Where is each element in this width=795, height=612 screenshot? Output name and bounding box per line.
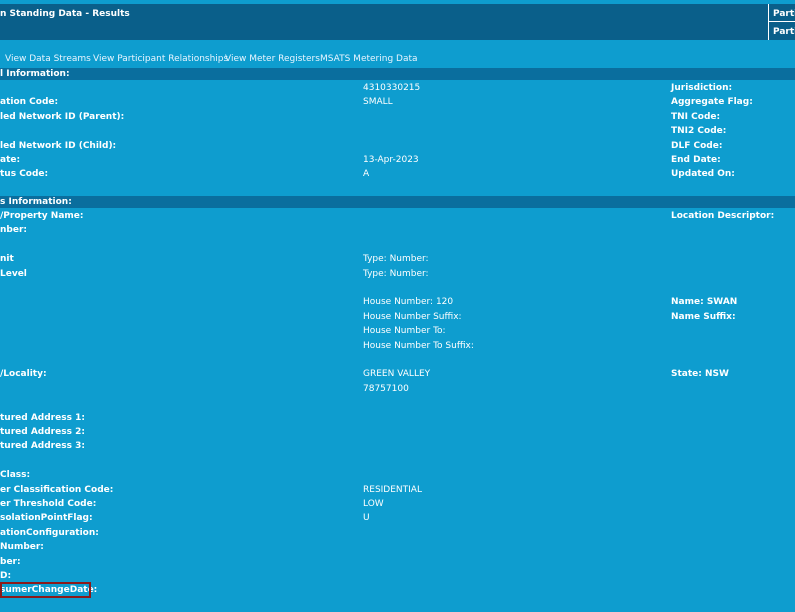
- field-row: tured Address 2:: [0, 427, 795, 441]
- field-value: 13-Apr-2023: [363, 155, 419, 165]
- section-title: s Information:: [0, 197, 72, 207]
- field-label: Number:: [0, 542, 44, 553]
- field-row: nber:: [0, 225, 795, 239]
- field-row: solationPointFlag: U: [0, 513, 795, 527]
- field-row: sumerChangeDate:: [0, 585, 795, 599]
- field-row: ation Code: SMALL Aggregate Flag:: [0, 97, 795, 111]
- field-row: er Classification Code: RESIDENTIAL: [0, 485, 795, 499]
- highlight-box: [0, 582, 91, 598]
- field-row: House Number Suffix: Name Suffix:: [0, 312, 795, 326]
- field-label: led Network ID (Child):: [0, 140, 117, 151]
- field-label: TNI2 Code:: [671, 126, 727, 137]
- section-title: l Information:: [0, 69, 70, 79]
- field-row: /Locality: GREEN VALLEY State: NSW: [0, 369, 795, 383]
- field-value: House Number: 120: [363, 297, 454, 308]
- field-label: led Network ID (Parent):: [0, 111, 125, 122]
- field-value: RESIDENTIAL: [363, 484, 422, 495]
- field-label: tured Address 2:: [0, 427, 85, 437]
- field-label: /Property Name:: [0, 211, 84, 221]
- view-meter-registers-link[interactable]: View Meter Registers: [225, 54, 320, 64]
- field-label: tus Code:: [0, 169, 49, 180]
- field-row: House Number To:: [0, 326, 795, 340]
- field-label: er Classification Code:: [0, 484, 114, 495]
- field-row: House Number: 120 Name: SWAN: [0, 297, 795, 311]
- field-row: [0, 283, 795, 297]
- field-label: End Date:: [671, 155, 721, 165]
- field-label: /Locality:: [0, 369, 47, 380]
- address-information-header: s Information:: [0, 196, 795, 208]
- field-value: Type: Number:: [363, 268, 429, 279]
- field-row: ate: 13-Apr-2023 End Date:: [0, 155, 795, 169]
- field-row: [0, 355, 795, 369]
- divider: [769, 21, 795, 22]
- field-label: Name: SWAN: [671, 297, 738, 308]
- field-value: House Number Suffix:: [363, 311, 462, 322]
- field-row: nit Type: Number:: [0, 254, 795, 268]
- field-value: U: [363, 513, 370, 524]
- field-value: 78757100: [363, 383, 409, 394]
- field-row: 78757100: [0, 384, 795, 398]
- field-label: tured Address 1:: [0, 412, 85, 423]
- field-value: A: [363, 169, 370, 180]
- nav-bar: View Data Streams View Participant Relat…: [0, 52, 795, 66]
- title-bar: n Standing Data - Results: [0, 4, 768, 40]
- field-row: tured Address 1:: [0, 413, 795, 427]
- field-value: GREEN VALLEY: [363, 369, 431, 380]
- field-row: [0, 398, 795, 412]
- field-label: Level: [0, 268, 27, 279]
- field-row: TNI2 Code:: [0, 126, 795, 140]
- field-row: /Property Name: Location Descriptor:: [0, 211, 795, 225]
- field-label: Location Descriptor:: [671, 211, 775, 221]
- field-label: State: NSW: [671, 369, 729, 380]
- field-row: ber:: [0, 557, 795, 571]
- field-label: ber:: [0, 556, 21, 567]
- field-row: tus Code: A Updated On:: [0, 169, 795, 183]
- field-row: D:: [0, 571, 795, 585]
- field-row: tured Address 3:: [0, 441, 795, 455]
- field-label: Jurisdiction:: [671, 83, 733, 93]
- field-row: led Network ID (Child): DLF Code:: [0, 141, 795, 155]
- view-data-streams-link[interactable]: View Data Streams: [5, 54, 91, 64]
- field-row: led Network ID (Parent): TNI Code:: [0, 112, 795, 126]
- field-label: solationPointFlag:: [0, 513, 93, 524]
- field-value: SMALL: [363, 97, 393, 108]
- field-row: [0, 456, 795, 470]
- field-label: DLF Code:: [671, 140, 723, 151]
- field-label: Name Suffix:: [671, 311, 736, 322]
- field-row: er Threshold Code: LOW: [0, 499, 795, 513]
- field-label: tured Address 3:: [0, 441, 85, 452]
- field-label: er Threshold Code:: [0, 499, 97, 509]
- field-label: nit: [0, 254, 14, 265]
- field-value: Type: Number:: [363, 254, 429, 265]
- field-label: ation Code:: [0, 97, 59, 108]
- field-row: Level Type: Number:: [0, 269, 795, 283]
- field-label: D:: [0, 571, 12, 581]
- field-label: ationConfiguration:: [0, 527, 99, 538]
- page-title: n Standing Data - Results: [0, 9, 130, 19]
- participant-label-2: Partic: [773, 27, 795, 37]
- participant-label-1: Partic: [773, 9, 795, 19]
- field-label: TNI Code:: [671, 111, 721, 122]
- general-information-header: l Information:: [0, 68, 795, 80]
- field-row: House Number To Suffix:: [0, 341, 795, 355]
- field-label: Class:: [0, 470, 31, 481]
- field-row: ationConfiguration:: [0, 528, 795, 542]
- field-row: [0, 240, 795, 254]
- field-value: 4310330215: [363, 83, 421, 93]
- field-label: ate:: [0, 155, 21, 165]
- field-label: Updated On:: [671, 169, 735, 180]
- participant-panel: Partic Partic: [768, 4, 795, 40]
- field-row: Class:: [0, 470, 795, 484]
- field-value: House Number To:: [363, 326, 446, 337]
- field-value: House Number To Suffix:: [363, 340, 474, 351]
- msats-metering-data-link[interactable]: MSATS Metering Data: [320, 54, 418, 64]
- field-label: nber:: [0, 225, 27, 236]
- view-participant-relationships-link[interactable]: View Participant Relationships: [93, 54, 228, 64]
- field-row: Number:: [0, 542, 795, 556]
- field-row: 4310330215 Jurisdiction:: [0, 83, 795, 97]
- field-label: Aggregate Flag:: [671, 97, 753, 108]
- field-value: LOW: [363, 499, 384, 509]
